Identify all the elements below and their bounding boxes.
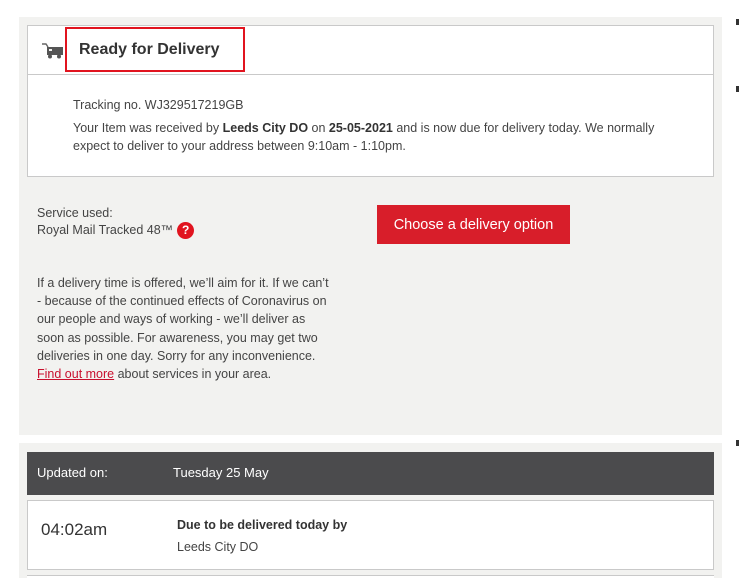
status-message: Your Item was received by Leeds City DO … bbox=[73, 119, 693, 155]
service-line: Royal Mail Tracked 48™? bbox=[37, 222, 195, 240]
edge-marker bbox=[736, 86, 739, 92]
choose-delivery-option-button[interactable]: Choose a delivery option bbox=[377, 205, 570, 244]
status-title-highlight: Ready for Delivery bbox=[65, 27, 245, 72]
service-name: Royal Mail Tracked 48™ bbox=[37, 223, 174, 237]
event-location: Leeds City DO bbox=[177, 540, 259, 554]
status-card: Ready for Delivery Tracking no. WJ329517… bbox=[27, 25, 714, 177]
event-time: 04:02am bbox=[41, 520, 108, 539]
service-label: Service used: bbox=[37, 206, 113, 220]
status-details: Tracking no. WJ329517219GB Your Item was… bbox=[73, 96, 693, 155]
edge-marker bbox=[736, 440, 739, 446]
delivery-office: Leeds City DO bbox=[222, 121, 309, 135]
status-title: Ready for Delivery bbox=[79, 41, 220, 58]
notice-text: If a delivery time is offered, we’ll aim… bbox=[37, 276, 329, 363]
updated-label: Updated on: bbox=[37, 465, 108, 480]
updated-bar: Updated on: Tuesday 25 May bbox=[27, 452, 714, 495]
message-mid: on bbox=[308, 121, 329, 135]
covid-notice: If a delivery time is offered, we’ll aim… bbox=[37, 274, 332, 383]
updated-date: Tuesday 25 May bbox=[173, 465, 269, 480]
notice-suffix: about services in your area. bbox=[114, 367, 272, 382]
message-pre: Your Item was received by bbox=[73, 121, 223, 135]
received-date: 25-05-2021 bbox=[328, 121, 393, 135]
find-out-more-link[interactable]: Find out more bbox=[37, 367, 114, 381]
edge-marker bbox=[736, 19, 739, 25]
help-icon[interactable]: ? bbox=[177, 222, 195, 240]
service-info: Service used: Royal Mail Tracked 48™? bbox=[37, 205, 195, 240]
tracking-event-row: 04:02am Due to be delivered today by Lee… bbox=[27, 500, 714, 570]
status-header: Ready for Delivery bbox=[28, 26, 713, 75]
event-title: Due to be delivered today by bbox=[177, 518, 348, 532]
tracking-number: Tracking no. WJ329517219GB bbox=[73, 98, 244, 112]
delivery-van-icon bbox=[42, 43, 63, 59]
